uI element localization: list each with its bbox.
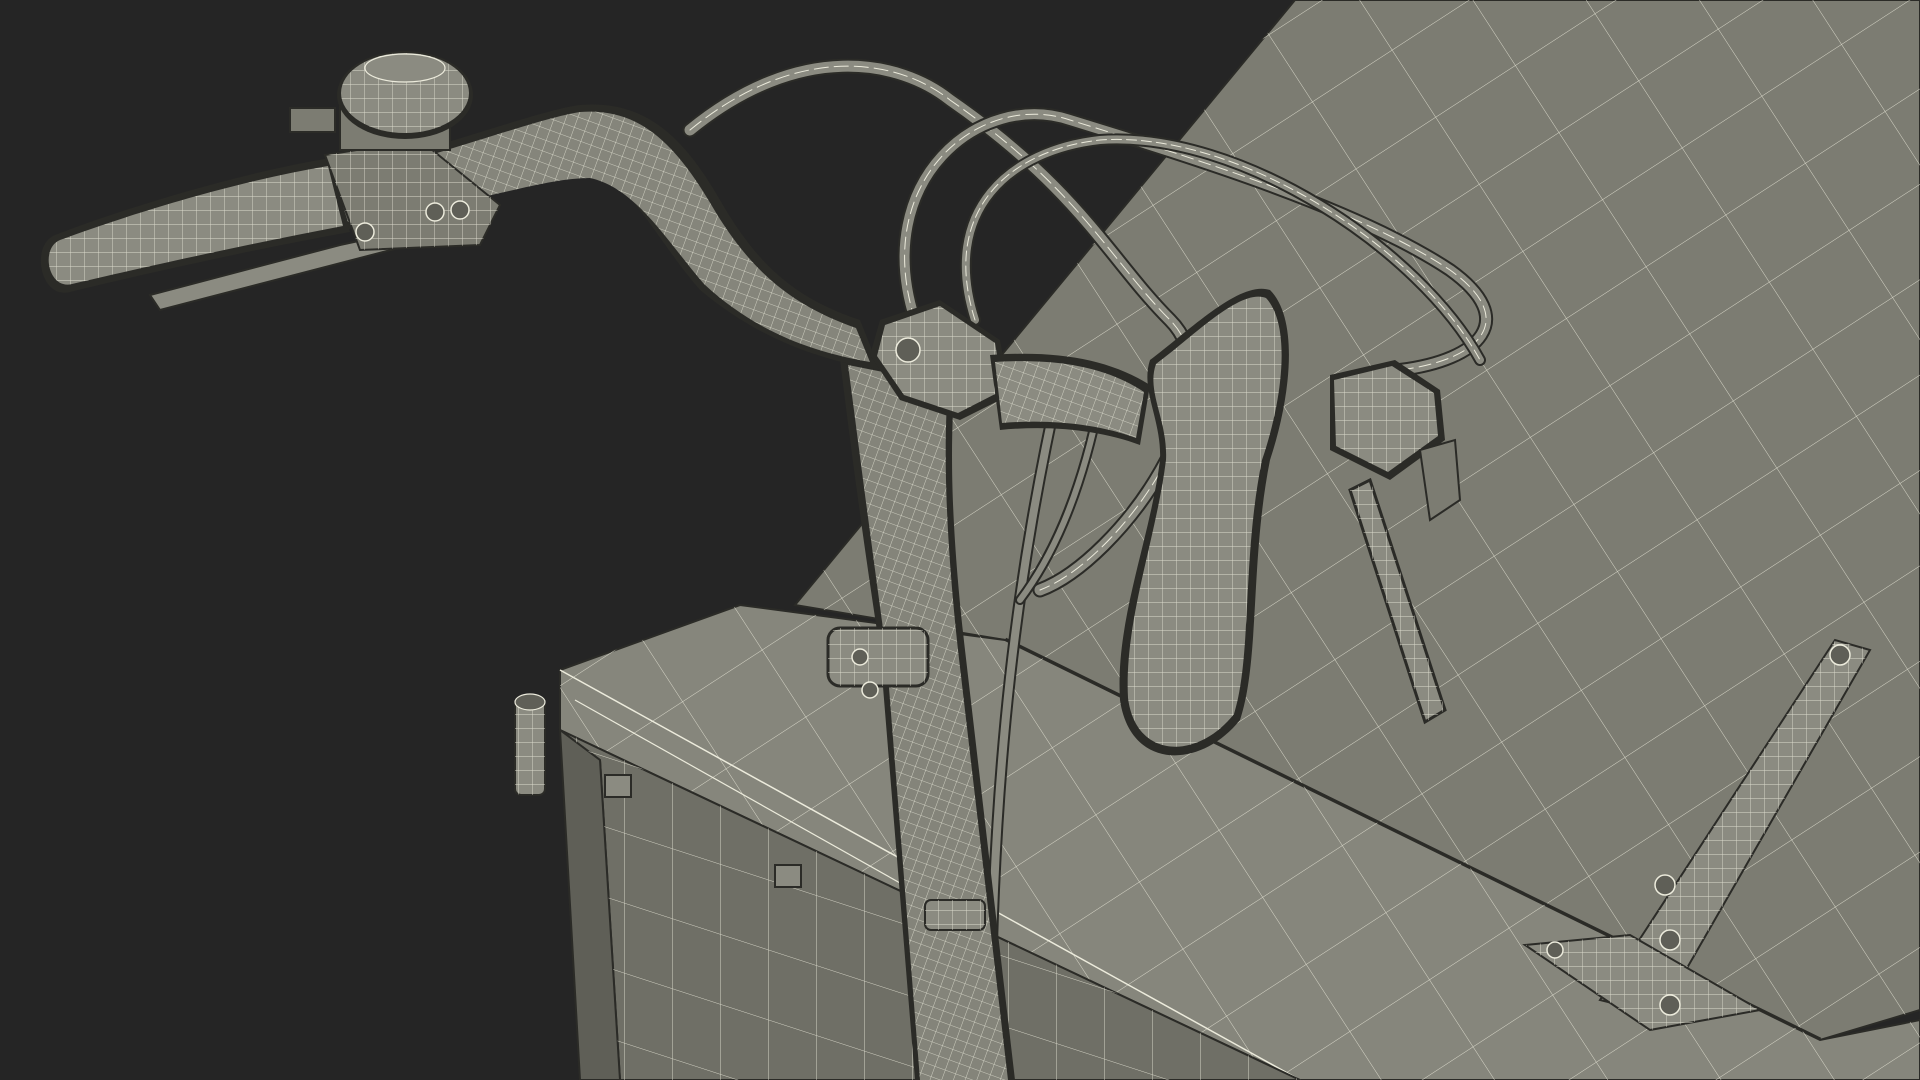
viewport bbox=[0, 0, 1920, 1080]
wireframe-render bbox=[0, 0, 1920, 1080]
